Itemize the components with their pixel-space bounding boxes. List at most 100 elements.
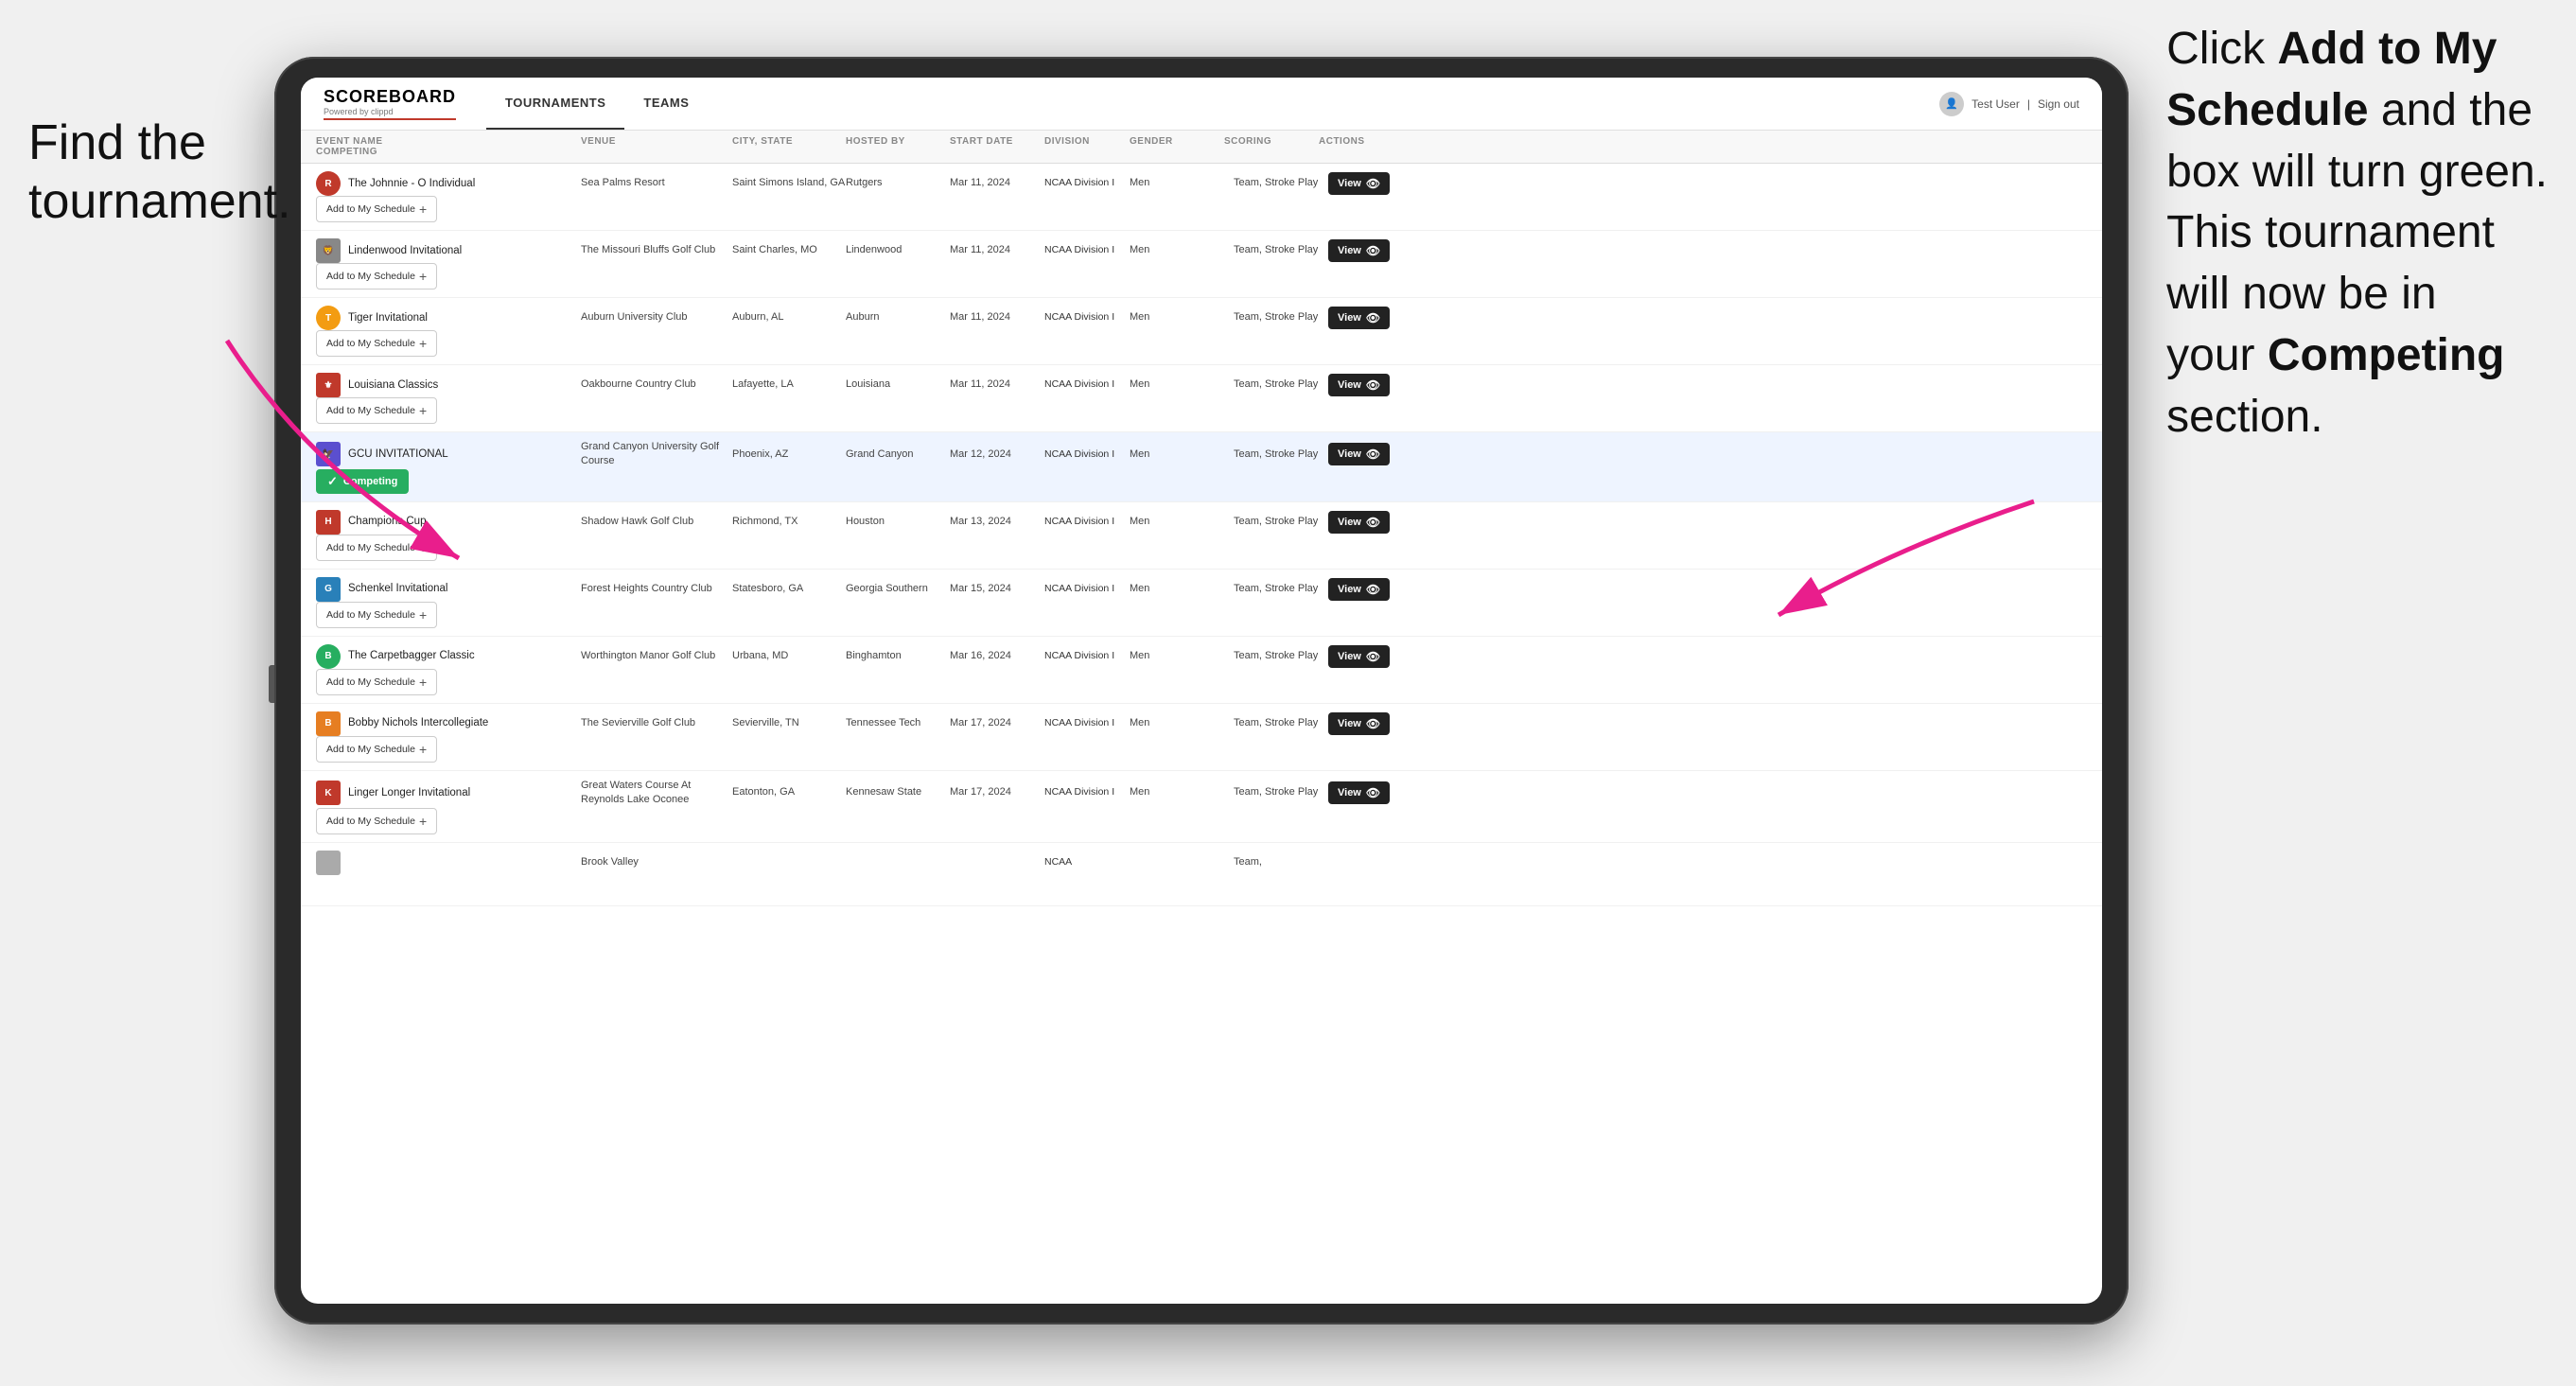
venue-cell: Grand Canyon University Golf Course bbox=[581, 440, 732, 469]
add-to-schedule-button[interactable]: Add to My Schedule + bbox=[316, 669, 437, 695]
city-state-cell: Auburn, AL bbox=[732, 310, 846, 325]
hosted-by-cell: Auburn bbox=[846, 310, 950, 325]
nav-tabs: TOURNAMENTS TEAMS bbox=[486, 78, 708, 130]
city-state-cell: Eatonton, GA bbox=[732, 785, 846, 799]
city-state-cell: Urbana, MD bbox=[732, 649, 846, 663]
event-name: Champions Cup bbox=[348, 515, 426, 529]
actions-cell: View 👁 bbox=[1328, 239, 1489, 262]
actions-cell: View 👁 bbox=[1328, 578, 1489, 601]
start-date-cell: Mar 17, 2024 bbox=[950, 716, 1044, 730]
hosted-by-cell: Kennesaw State bbox=[846, 785, 950, 799]
division-cell: NCAA Division I bbox=[1044, 717, 1130, 730]
col-hosted-by: HOSTED BY bbox=[846, 136, 950, 147]
add-to-schedule-button[interactable]: Add to My Schedule + bbox=[316, 602, 437, 628]
scoring-cell: Team, Stroke Play bbox=[1234, 243, 1328, 257]
view-button[interactable]: View 👁 bbox=[1328, 781, 1390, 804]
event-name-cell: T Tiger Invitational bbox=[316, 306, 581, 330]
venue-cell: Worthington Manor Golf Club bbox=[581, 649, 732, 663]
plus-icon: + bbox=[419, 742, 427, 757]
competing-button[interactable]: ✓Competing bbox=[316, 469, 409, 494]
add-to-schedule-button[interactable]: Add to My Schedule + bbox=[316, 196, 437, 222]
scoring-cell: Team, Stroke Play bbox=[1234, 582, 1328, 596]
view-button[interactable]: View 👁 bbox=[1328, 511, 1390, 534]
top-bar-right: 👤 Test User | Sign out bbox=[1939, 92, 2079, 116]
col-division: DIVISION bbox=[1044, 136, 1130, 147]
add-to-schedule-button[interactable]: Add to My Schedule + bbox=[316, 535, 437, 561]
plus-icon: + bbox=[419, 675, 427, 690]
plus-icon: + bbox=[419, 403, 427, 418]
city-state-cell: Sevierville, TN bbox=[732, 716, 846, 730]
eye-icon: 👁 bbox=[1366, 786, 1380, 799]
view-button[interactable]: View 👁 bbox=[1328, 307, 1390, 329]
school-logo: G bbox=[316, 577, 341, 602]
sign-out-link[interactable]: Sign out bbox=[2038, 97, 2079, 111]
event-name: The Johnnie - O Individual bbox=[348, 177, 475, 191]
scoring-cell: Team, Stroke Play bbox=[1234, 310, 1328, 325]
logo-sub: Powered by clippd bbox=[324, 107, 456, 116]
competing-cell: Add to My Schedule + bbox=[316, 736, 581, 763]
gender-cell: Men bbox=[1130, 243, 1234, 257]
event-name-cell: 🦅 GCU INVITATIONAL bbox=[316, 442, 581, 466]
tab-teams[interactable]: TEAMS bbox=[624, 78, 708, 130]
view-button[interactable]: View 👁 bbox=[1328, 645, 1390, 668]
division-cell: NCAA Division I bbox=[1044, 516, 1130, 529]
school-logo: B bbox=[316, 711, 341, 736]
table-row: G Schenkel Invitational Forest Heights C… bbox=[301, 570, 2102, 637]
plus-icon: + bbox=[419, 336, 427, 351]
eye-icon: 👁 bbox=[1366, 311, 1380, 325]
view-button[interactable]: View 👁 bbox=[1328, 443, 1390, 465]
gender-cell: Men bbox=[1130, 515, 1234, 529]
view-button[interactable]: View 👁 bbox=[1328, 239, 1390, 262]
venue-cell: The Sevierville Golf Club bbox=[581, 716, 732, 730]
user-avatar: 👤 bbox=[1939, 92, 1964, 116]
event-name-cell: B The Carpetbagger Classic bbox=[316, 644, 581, 669]
table-row: 🦁 Lindenwood Invitational The Missouri B… bbox=[301, 231, 2102, 298]
hosted-by-cell: Houston bbox=[846, 515, 950, 529]
add-to-schedule-button[interactable]: Add to My Schedule + bbox=[316, 397, 437, 424]
venue-cell: Auburn University Club bbox=[581, 310, 732, 325]
event-name-cell: ⚜ Louisiana Classics bbox=[316, 373, 581, 397]
hosted-by-cell: Binghamton bbox=[846, 649, 950, 663]
scoring-cell: Team, Stroke Play bbox=[1234, 447, 1328, 462]
table-row: R The Johnnie - O Individual Sea Palms R… bbox=[301, 164, 2102, 231]
plus-icon: + bbox=[419, 202, 427, 217]
view-button[interactable]: View 👁 bbox=[1328, 578, 1390, 601]
view-button[interactable]: View 👁 bbox=[1328, 712, 1390, 735]
gender-cell: Men bbox=[1130, 582, 1234, 596]
actions-cell: View 👁 bbox=[1328, 374, 1489, 396]
view-button[interactable]: View 👁 bbox=[1328, 374, 1390, 396]
tab-tournaments[interactable]: TOURNAMENTS bbox=[486, 78, 624, 130]
hosted-by-cell: Tennessee Tech bbox=[846, 716, 950, 730]
scoring-cell: Team, Stroke Play bbox=[1234, 377, 1328, 392]
table-row: T Tiger Invitational Auburn University C… bbox=[301, 298, 2102, 365]
start-date-cell: Mar 11, 2024 bbox=[950, 377, 1044, 392]
event-name-cell: B Bobby Nichols Intercollegiate bbox=[316, 711, 581, 736]
actions-cell: View 👁 bbox=[1328, 645, 1489, 668]
tablet-screen: SCOREBOARD Powered by clippd TOURNAMENTS… bbox=[301, 78, 2102, 1304]
add-to-schedule-button[interactable]: Add to My Schedule + bbox=[316, 808, 437, 834]
competing-cell: Add to My Schedule bbox=[316, 875, 581, 898]
add-to-schedule-button[interactable]: Add to My Schedule + bbox=[316, 736, 437, 763]
hosted-by-cell: Louisiana bbox=[846, 377, 950, 392]
tournament-table: R The Johnnie - O Individual Sea Palms R… bbox=[301, 164, 2102, 1286]
actions-cell: View 👁 bbox=[1328, 781, 1489, 804]
logo-underline bbox=[324, 118, 456, 120]
division-cell: NCAA Division I bbox=[1044, 583, 1130, 596]
competing-cell: ✓Competing bbox=[316, 469, 581, 494]
click-instruction-annotation: Click Add to MySchedule and thebox will … bbox=[2166, 19, 2548, 448]
gender-cell: Men bbox=[1130, 176, 1234, 190]
actions-cell: View 👁 bbox=[1328, 307, 1489, 329]
add-to-schedule-button[interactable]: Add to My Schedule + bbox=[316, 263, 437, 289]
competing-cell: Add to My Schedule + bbox=[316, 397, 581, 424]
view-button[interactable]: View 👁 bbox=[1328, 172, 1390, 195]
col-city-state: CITY, STATE bbox=[732, 136, 846, 147]
division-cell: NCAA Division I bbox=[1044, 177, 1130, 190]
col-competing: COMPETING bbox=[316, 147, 581, 157]
gender-cell: Men bbox=[1130, 785, 1234, 799]
actions-cell: View bbox=[1328, 852, 1489, 873]
add-to-schedule-button[interactable]: Add to My Schedule + bbox=[316, 330, 437, 357]
event-name-cell: G Schenkel Invitational bbox=[316, 577, 581, 602]
eye-icon: 👁 bbox=[1366, 583, 1380, 596]
competing-cell: Add to My Schedule + bbox=[316, 669, 581, 695]
hosted-by-cell: Rutgers bbox=[846, 176, 950, 190]
